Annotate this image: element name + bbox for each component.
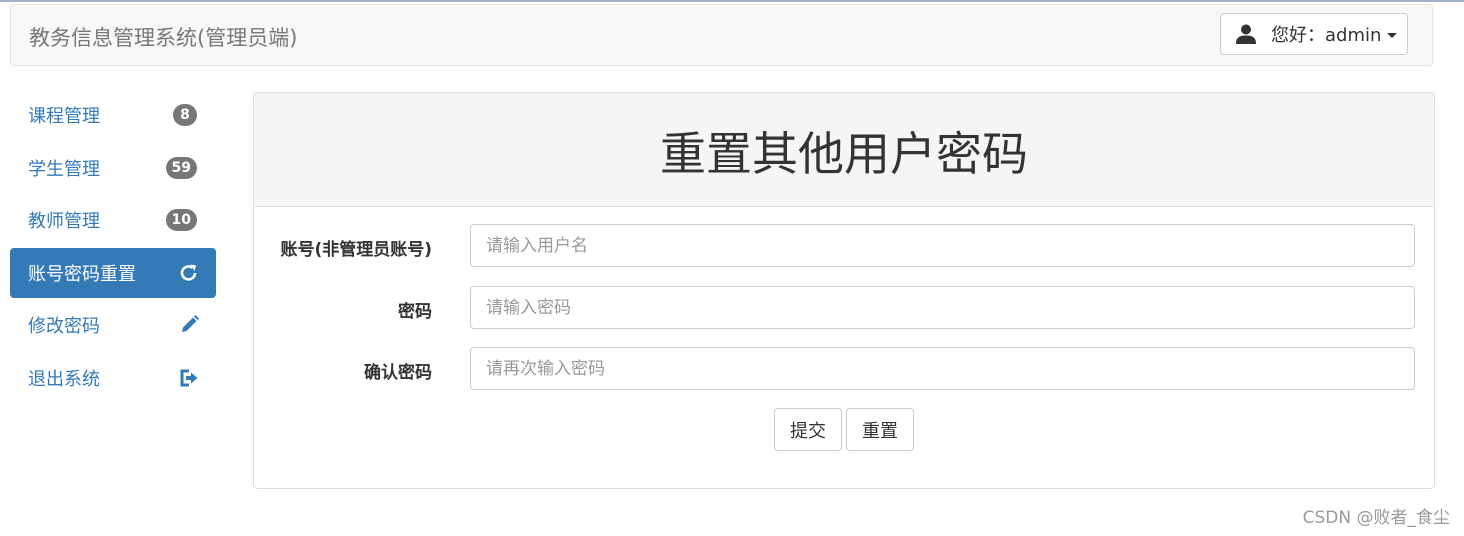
sidebar-item-change-password[interactable]: 修改密码 (10, 300, 216, 350)
count-badge: 10 (165, 209, 197, 231)
sidebar-item-label: 账号密码重置 (28, 263, 136, 285)
form-row-confirm-password: 确认密码 (254, 347, 1434, 391)
confirm-password-input[interactable] (470, 347, 1415, 390)
count-badge: 59 (165, 156, 197, 179)
sidebar-item-label: 课程管理 (28, 106, 100, 127)
username-input[interactable] (470, 224, 1415, 267)
refresh-icon (180, 264, 197, 281)
reset-password-panel: 重置其他用户密码 账号(非管理员账号) 密码 确认密码 提交 重置 (253, 92, 1435, 489)
sidebar-item-label: 修改密码 (28, 316, 100, 337)
navbar: 教务信息管理系统(管理员端) 您好：admin (10, 4, 1433, 66)
chevron-down-icon (1387, 32, 1398, 38)
sidebar-item-teacher[interactable]: 教师管理 10 (10, 195, 216, 245)
count-badge: 8 (173, 104, 197, 126)
password-input[interactable] (470, 286, 1415, 329)
sidebar-item-student[interactable]: 学生管理 59 (10, 143, 216, 193)
top-border (0, 0, 1464, 2)
sidebar-item-label: 退出系统 (28, 368, 100, 390)
sidebar: 课程管理 8 学生管理 59 教师管理 10 账号密码重置 修改密码 退出系统 (10, 90, 216, 405)
pencil-icon (182, 315, 199, 332)
reset-button[interactable]: 重置 (846, 408, 914, 451)
form-row-password: 密码 (254, 286, 1434, 330)
page-title: 重置其他用户密码 (660, 127, 1028, 181)
logout-icon (180, 369, 198, 386)
sidebar-item-course[interactable]: 课程管理 8 (10, 90, 216, 140)
panel-heading: 重置其他用户密码 (254, 93, 1434, 207)
sidebar-item-logout[interactable]: 退出系统 (10, 353, 216, 403)
sidebar-item-label: 教师管理 (28, 211, 100, 232)
sidebar-item-reset-password[interactable]: 账号密码重置 (10, 247, 216, 298)
watermark: CSDN @败者_食尘 (1302, 508, 1450, 528)
app-title[interactable]: 教务信息管理系统(管理员端) (29, 22, 297, 52)
form-row-username: 账号(非管理员账号) (254, 224, 1434, 268)
username-label: 账号(非管理员账号) (280, 240, 432, 260)
sidebar-item-label: 学生管理 (28, 158, 100, 180)
submit-button[interactable]: 提交 (774, 408, 842, 451)
user-greeting: 您好：admin (1271, 25, 1382, 46)
user-icon (1236, 24, 1256, 44)
user-menu-button[interactable]: 您好：admin (1220, 13, 1408, 55)
password-label: 密码 (398, 302, 432, 322)
confirm-password-label: 确认密码 (364, 363, 432, 383)
